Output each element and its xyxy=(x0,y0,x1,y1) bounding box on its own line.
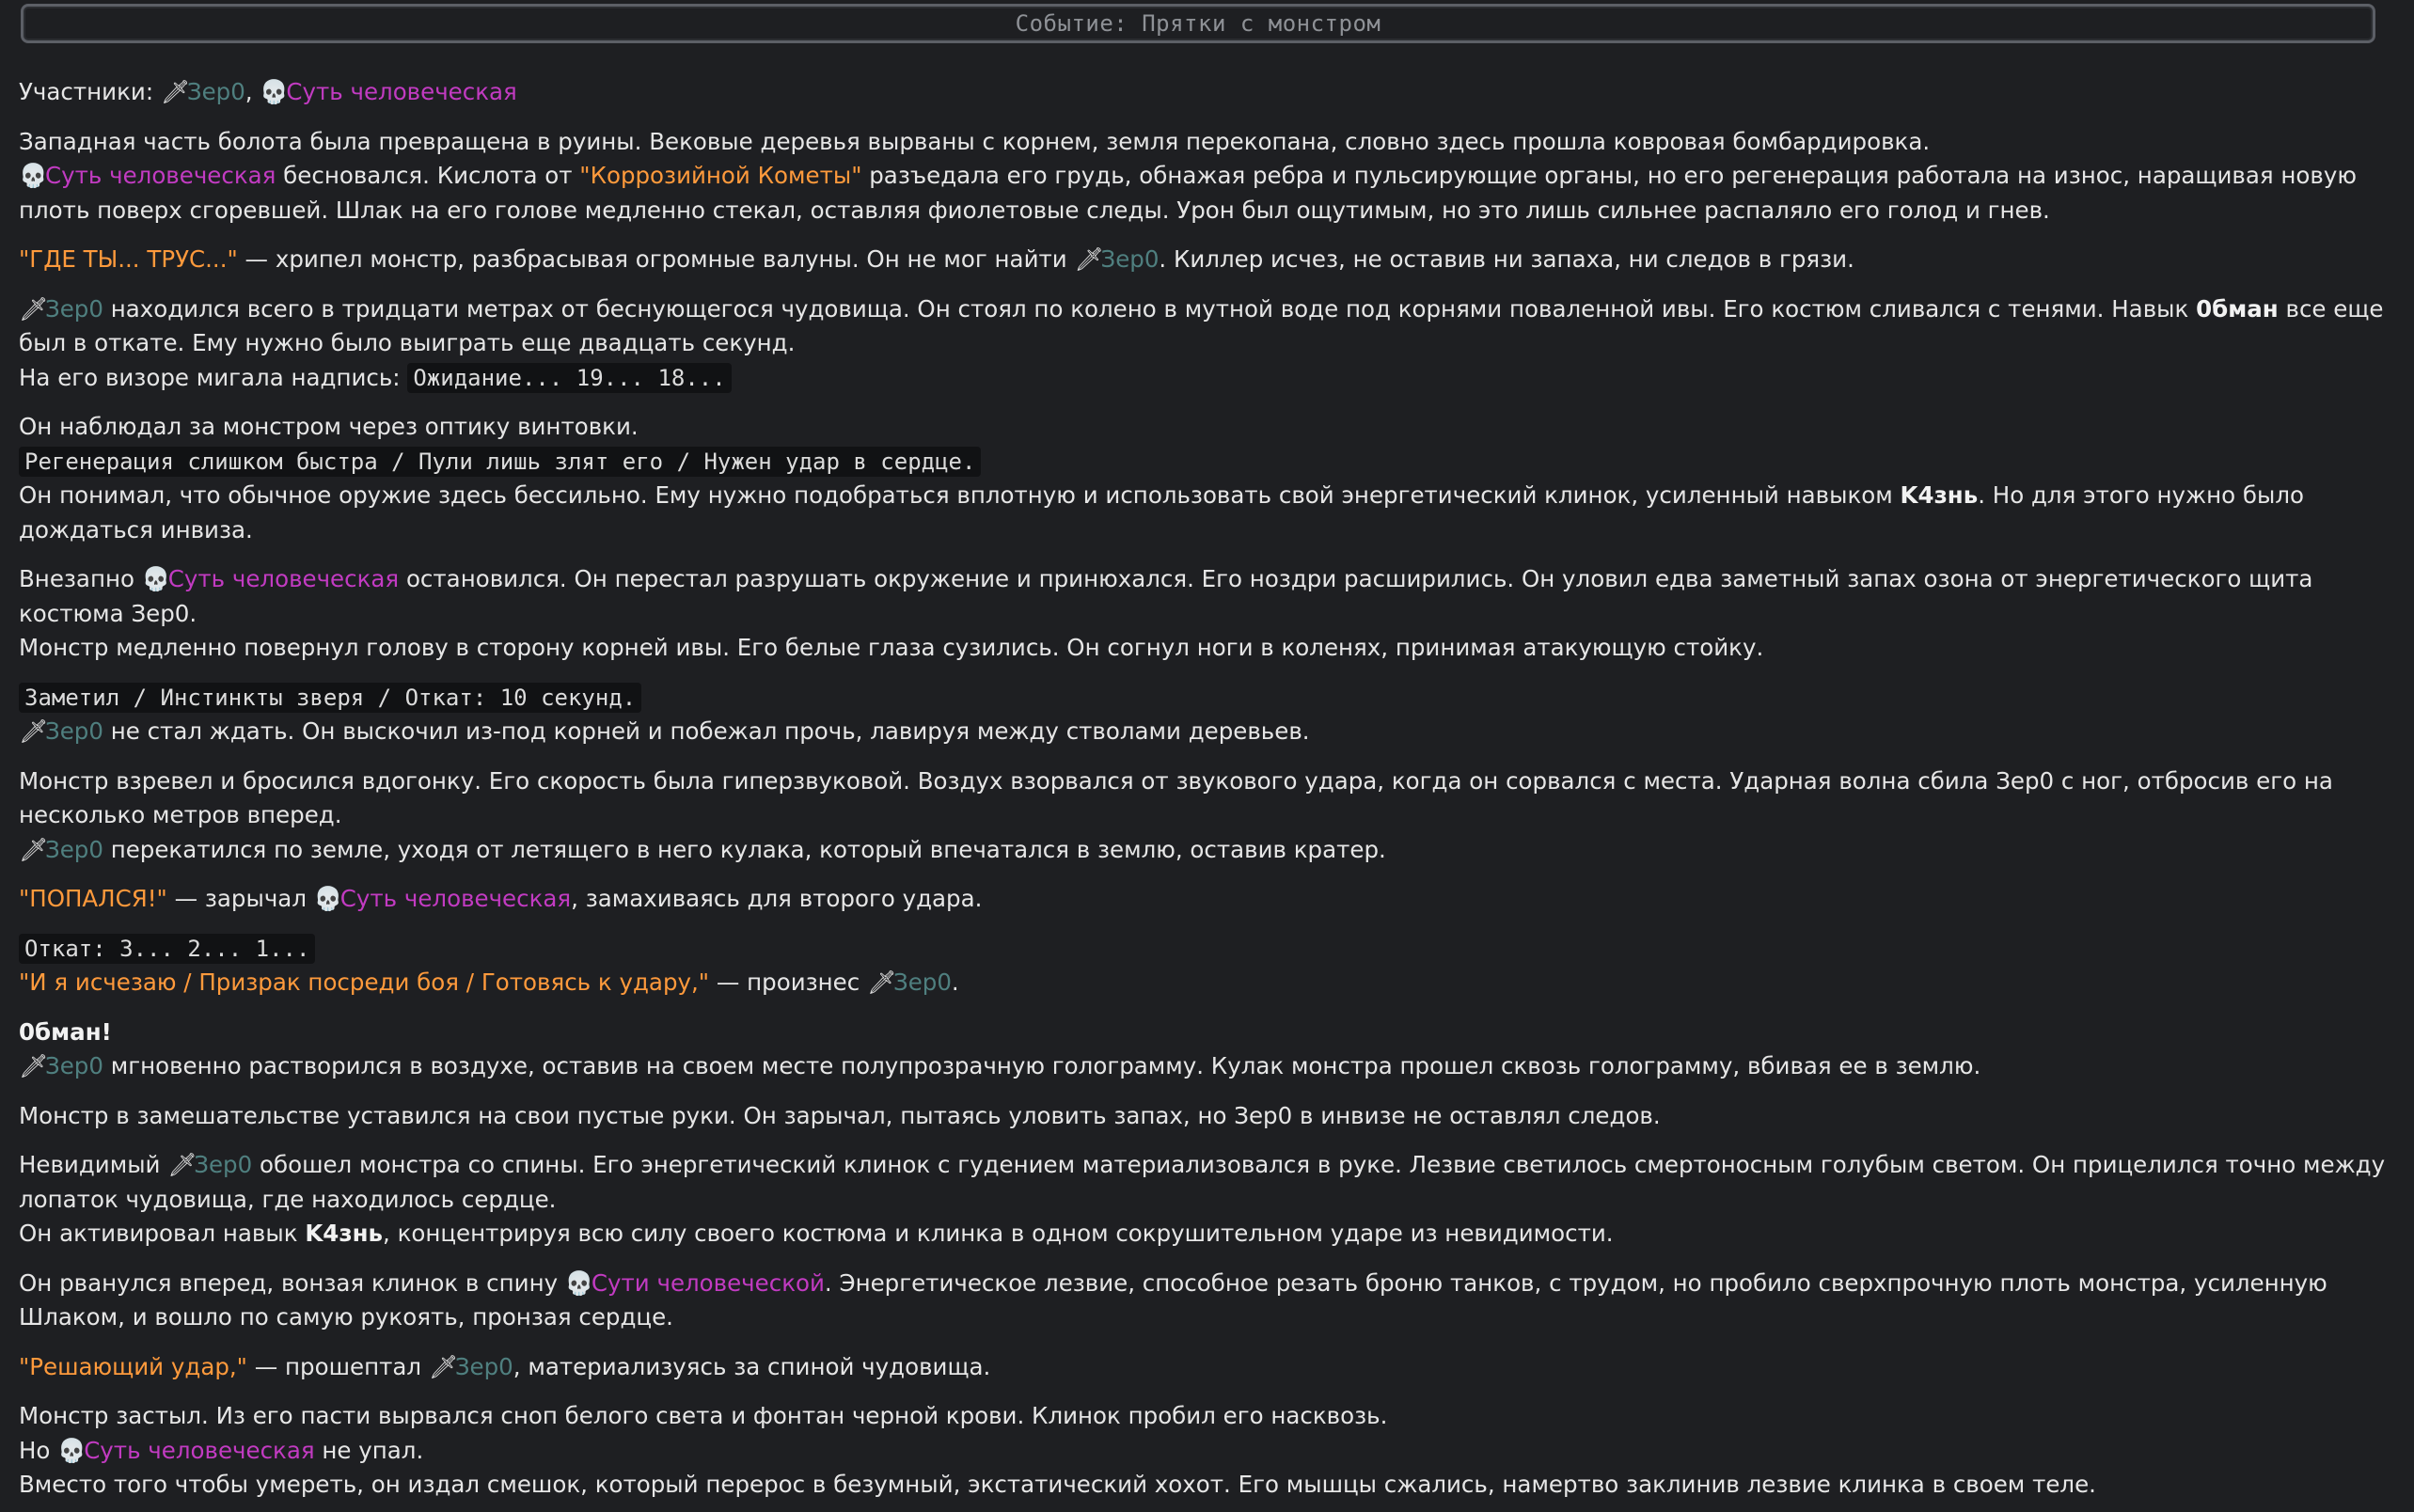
paragraph-7: Монстр взревел и бросился вдогонку. Его … xyxy=(19,764,2398,868)
name-zero[interactable]: Зер0 xyxy=(45,295,103,323)
name-soul[interactable]: Суть человеческая xyxy=(84,1437,314,1464)
paragraph-10: 0бман! 🗡Зер0 мгновенно растворился в воз… xyxy=(19,1016,2398,1084)
paragraph-14: "Решающий удар," — прошептал 🗡Зер0, мате… xyxy=(19,1350,2398,1385)
paragraph-3: 🗡Зер0 находился всего в тридцати метрах … xyxy=(19,292,2398,396)
skull-icon: 💀 xyxy=(141,565,171,592)
paragraph-6: Заметил / Инстинкты зверя / Откат: 10 се… xyxy=(19,681,2398,749)
skill-name: K4знь xyxy=(1900,481,1979,509)
code-line: Откат: 3... 2... 1... xyxy=(19,933,316,964)
participant-zero[interactable]: Зер0 xyxy=(187,78,245,105)
skill-name: K4знь xyxy=(305,1220,383,1247)
name-zero[interactable]: Зер0 xyxy=(1100,245,1159,273)
skull-icon: 💀 xyxy=(260,78,289,105)
skill-name: 0бман xyxy=(2196,294,2279,323)
name-zero[interactable]: Зер0 xyxy=(455,1353,513,1380)
paragraph-1: Западная часть болота была превращена в … xyxy=(19,127,2357,224)
quote: "ГДЕ ТЫ... ТРУС..." xyxy=(19,245,238,273)
name-zero[interactable]: Зер0 xyxy=(893,969,952,996)
code-line: Ожидание... 19... 18... xyxy=(407,362,732,393)
paragraph-5: Внезапно 💀Суть человеческая остановился.… xyxy=(19,562,2398,666)
skull-icon: 💀 xyxy=(564,1268,594,1297)
code-line: Заметил / Инстинкты зверя / Откат: 10 се… xyxy=(19,682,642,713)
skull-icon: 💀 xyxy=(57,1436,87,1464)
paragraph-15: Монстр застыл. Из его пасти вырвался сно… xyxy=(19,1402,2096,1498)
story-content: Участники: 🗡Зер0, 💀Суть человеческая Зап… xyxy=(19,75,2398,1503)
dagger-icon: 🗡 xyxy=(160,78,190,105)
name-zero[interactable]: Зер0 xyxy=(194,1151,252,1178)
paragraph-11: Монстр в замешательстве уставился на сво… xyxy=(19,1101,1661,1129)
quote: "Коррозийной Кометы" xyxy=(579,162,862,189)
name-soul[interactable]: Сути человеческой xyxy=(592,1269,825,1297)
name-zero[interactable]: Зер0 xyxy=(45,717,103,745)
paragraph-12: Невидимый 🗡Зер0 обошел монстра со спины.… xyxy=(19,1148,2398,1252)
name-zero[interactable]: Зер0 xyxy=(45,836,103,863)
paragraph-9: Откат: 3... 2... 1... "И я исчезаю / При… xyxy=(19,932,2398,1000)
paragraph-4: Он наблюдал за монстром через оптику вин… xyxy=(19,413,2304,543)
paragraph-13: Он рванулся вперед, вонзая клинок в спин… xyxy=(19,1267,2398,1335)
dagger-icon: 🗡 xyxy=(19,294,49,323)
quote: "Решающий удар," xyxy=(19,1352,247,1380)
paragraph-8: "ПОПАЛСЯ!" — зарычал 💀Суть человеческая,… xyxy=(19,882,2398,917)
dagger-icon: 🗡 xyxy=(19,717,49,745)
skull-icon: 💀 xyxy=(313,885,343,912)
dagger-icon: 🗡 xyxy=(867,969,897,996)
event-page: Событие: Прятки с монстром Участники: 🗡З… xyxy=(0,4,2414,1512)
name-soul[interactable]: Суть человеческая xyxy=(340,885,571,912)
name-soul[interactable]: Суть человеческая xyxy=(168,565,399,592)
skill-name: 0бман! xyxy=(19,1017,112,1046)
paragraph-2: "ГДЕ ТЫ... ТРУС..." — хрипел монстр, раз… xyxy=(19,243,2398,277)
participant-soul[interactable]: Суть человеческая xyxy=(286,78,516,105)
name-soul[interactable]: Суть человеческая xyxy=(45,162,276,189)
participants-line: Участники: 🗡Зер0, 💀Суть человеческая xyxy=(19,75,2398,110)
dagger-icon: 🗡 xyxy=(19,835,49,863)
quote: "ПОПАЛСЯ!" xyxy=(19,885,167,912)
event-header: Событие: Прятки с монстром xyxy=(21,4,2375,43)
dagger-icon: 🗡 xyxy=(1074,245,1104,273)
code-line: Регенерация слишком быстра / Пули лишь з… xyxy=(19,446,982,477)
dagger-icon: 🗡 xyxy=(167,1151,197,1178)
name-zero[interactable]: Зер0 xyxy=(45,1052,103,1079)
skull-icon: 💀 xyxy=(19,162,48,189)
quote: "И я исчезаю / Призрак посреди боя / Гот… xyxy=(19,969,710,996)
dagger-icon: 🗡 xyxy=(19,1052,49,1079)
dagger-icon: 🗡 xyxy=(428,1352,458,1380)
event-title: Событие: Прятки с монстром xyxy=(1015,9,1381,37)
